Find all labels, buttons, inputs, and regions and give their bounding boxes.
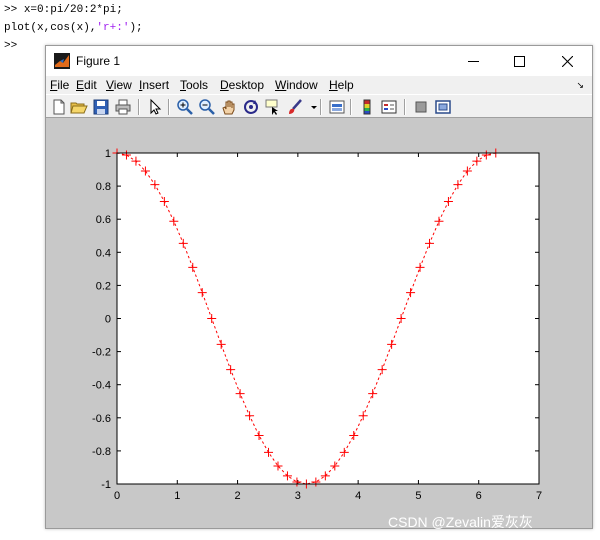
zoom-in-icon: [177, 99, 193, 115]
console-line-3: >>: [4, 40, 17, 52]
y-tick-label: 0: [105, 314, 111, 326]
window-title: Figure 1: [76, 54, 121, 68]
y-tick-label: -0.6: [92, 413, 111, 425]
toolbar-separator: [320, 99, 322, 115]
figure-toolbar: [46, 94, 592, 118]
x-tick-label: 4: [355, 490, 361, 502]
menu-help[interactable]: Help: [329, 78, 354, 92]
y-tick-label: -0.4: [92, 380, 111, 392]
console-command-post: );: [129, 22, 143, 34]
rotate-3d-button[interactable]: [242, 98, 260, 116]
figure-canvas: 0 1 2 3 4 5 6 7 1 0.8 0.6 0.4 0.2 0 -0.2 -0.4 -0.6 -0.8 -1: [92, 148, 542, 502]
figure-window: Figure 1 File Edit View Insert Tools Des…: [45, 45, 593, 529]
title-bar[interactable]: Figure 1: [46, 46, 592, 76]
save-figure-button[interactable]: [92, 98, 110, 116]
x-tick-label: 2: [235, 490, 241, 502]
insert-legend-button[interactable]: [380, 98, 398, 116]
console-line-2: plot(x,cos(x),'r+:');: [4, 22, 143, 34]
maximize-icon: [513, 55, 525, 67]
menu-view[interactable]: View: [106, 78, 132, 92]
console-prompt: >>: [4, 4, 18, 16]
edit-plot-arrow-icon: [150, 98, 162, 115]
colorbar-icon: [363, 99, 371, 115]
insert-colorbar-button[interactable]: [358, 98, 376, 116]
print-figure-icon: [115, 99, 131, 115]
y-tick-label: 0.8: [96, 181, 111, 193]
link-plot-button[interactable]: [328, 98, 346, 116]
new-figure-button[interactable]: [50, 98, 68, 116]
new-figure-icon: [53, 99, 65, 115]
y-tick-label: 0.2: [96, 280, 111, 292]
toolbar-separator: [404, 99, 406, 115]
menu-tools[interactable]: Tools: [180, 78, 208, 92]
brush-button[interactable]: [286, 98, 304, 116]
y-tick-label: 0.4: [96, 247, 111, 259]
edit-plot-button[interactable]: [146, 98, 164, 116]
minimize-button[interactable]: [450, 46, 496, 76]
hide-plot-tools-icon: [415, 101, 427, 113]
y-tick-label: 1: [105, 148, 111, 160]
menu-desktop[interactable]: Desktop: [220, 78, 264, 92]
x-tick-label: 7: [536, 490, 542, 502]
x-tick-label: 5: [415, 490, 421, 502]
console-string-literal: 'r+:': [96, 22, 130, 34]
menu-edit[interactable]: Edit: [76, 78, 97, 92]
console-command-pre: plot(x,cos(x),: [4, 22, 97, 34]
close-button[interactable]: [544, 46, 590, 76]
menu-file[interactable]: File: [50, 78, 69, 92]
pan-button[interactable]: [220, 98, 238, 116]
menu-window[interactable]: Window: [275, 78, 318, 92]
open-file-button[interactable]: [70, 98, 88, 116]
console-command: x=0:pi/20:2*pi;: [23, 4, 123, 16]
close-icon: [561, 55, 573, 67]
csdn-watermark: CSDN @Zevalin爱灰灰: [388, 514, 533, 530]
brush-dropdown-button[interactable]: [305, 98, 317, 116]
toolbar-separator: [168, 99, 170, 115]
data-cursor-button[interactable]: [264, 98, 282, 116]
console-line-1: >> x=0:pi/20:2*pi;: [4, 4, 123, 16]
save-figure-icon: [93, 99, 109, 115]
link-plot-icon: [329, 100, 345, 114]
brush-icon: [289, 99, 302, 114]
y-tick-label: -0.8: [92, 446, 111, 458]
data-cursor-icon: [265, 99, 278, 115]
menu-insert[interactable]: Insert: [139, 78, 169, 92]
open-file-icon: [70, 102, 88, 114]
x-tick-label: 0: [114, 490, 120, 502]
show-plot-tools-button[interactable]: [434, 98, 452, 116]
maximize-button[interactable]: [496, 46, 542, 76]
zoom-in-button[interactable]: [176, 98, 194, 116]
toolbar-separator: [350, 99, 352, 115]
console-prompt: >>: [4, 40, 18, 52]
x-tick-label: 1: [174, 490, 180, 502]
x-tick-label: 6: [476, 490, 482, 502]
zoom-out-button[interactable]: [198, 98, 216, 116]
show-plot-tools-icon: [435, 100, 451, 114]
y-tick-label: 0.6: [96, 214, 111, 226]
pan-hand-icon: [222, 100, 235, 115]
hide-plot-tools-button[interactable]: [412, 98, 430, 116]
print-figure-button[interactable]: [114, 98, 132, 116]
zoom-out-icon: [199, 99, 215, 115]
minimize-icon: [467, 60, 479, 62]
axes-background[interactable]: [117, 153, 539, 484]
rotate-3d-icon: [244, 100, 258, 114]
toolbar-separator: [138, 99, 140, 115]
axes[interactable]: 0 1 2 3 4 5 6 7 1 0.8 0.6 0.4 0.2 0 -0.2 -0.4 -0.6 -0.8 -1: [92, 148, 542, 502]
y-tick-label: -1: [101, 479, 111, 491]
y-tick-label: -0.2: [92, 347, 111, 359]
matlab-logo-icon: [54, 53, 70, 69]
menu-dock-arrow-icon[interactable]: ↘: [576, 80, 584, 91]
menu-bar: File Edit View Insert Tools Desktop Wind…: [46, 76, 592, 94]
legend-icon: [381, 100, 397, 114]
x-tick-label: 3: [295, 490, 301, 502]
